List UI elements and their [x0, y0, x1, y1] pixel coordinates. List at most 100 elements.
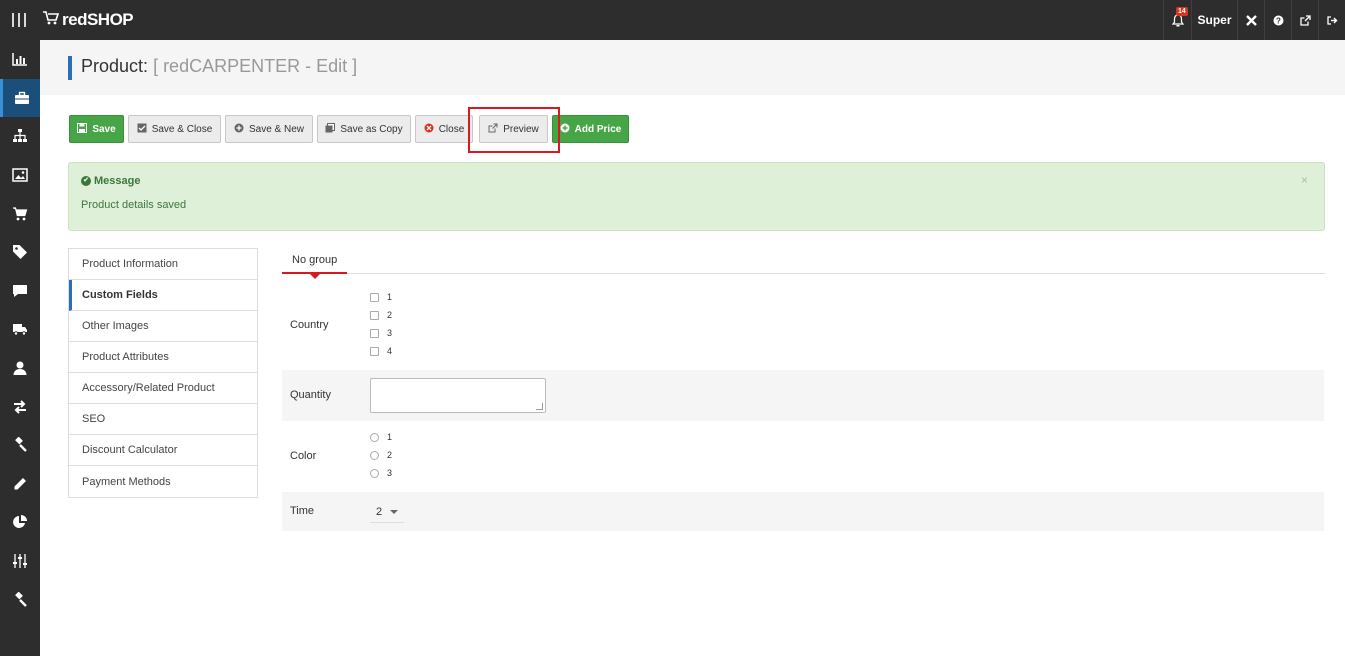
checkbox[interactable]	[370, 346, 379, 356]
pie-chart-icon	[13, 515, 27, 529]
check-circle-icon: ✔	[81, 176, 91, 186]
time-select[interactable]: 2	[370, 501, 404, 523]
save-new-button[interactable]: Save & New	[225, 115, 313, 143]
sidebar-item-statistics[interactable]	[0, 40, 40, 79]
sliders-icon	[13, 554, 27, 569]
quantity-input[interactable]	[370, 378, 546, 413]
close-label: Close	[438, 123, 465, 135]
add-price-label: Add Price	[574, 123, 622, 135]
radio[interactable]	[370, 468, 379, 478]
tab-product-information[interactable]: Product Information	[69, 249, 257, 280]
sidebar-item-tools[interactable]	[0, 426, 40, 465]
sidebar-item-shipping[interactable]	[0, 310, 40, 349]
tab-product-attributes[interactable]: Product Attributes	[69, 342, 257, 373]
plus-circle-icon	[234, 123, 244, 136]
tab-custom-fields[interactable]: Custom Fields	[69, 280, 257, 311]
option-label: 1	[387, 292, 393, 302]
hammer-icon	[15, 591, 27, 607]
checkbox[interactable]	[370, 310, 379, 320]
copy-icon	[325, 122, 336, 136]
country-option-2[interactable]: 2	[370, 310, 392, 320]
save-as-copy-label: Save as Copy	[340, 123, 403, 135]
tab-no-group[interactable]: No group	[282, 248, 348, 274]
active-tab-caret	[310, 274, 320, 279]
country-label: Country	[290, 319, 329, 331]
sidebar-item-configuration[interactable]	[0, 542, 40, 581]
quantity-label: Quantity	[290, 389, 331, 401]
field-row-quantity: Quantity	[282, 370, 1324, 421]
option-label: 1	[387, 432, 393, 442]
sidebar-item-reports[interactable]	[0, 503, 40, 542]
svg-text:?: ?	[1276, 16, 1281, 25]
tab-discount-calculator[interactable]: Discount Calculator	[69, 435, 257, 466]
notifications-button[interactable]: 14	[1163, 0, 1191, 40]
help-icon[interactable]: ?	[1264, 0, 1291, 40]
tab-seo[interactable]: SEO	[69, 404, 257, 435]
tab-payment-methods[interactable]: Payment Methods	[69, 466, 257, 497]
option-label: 4	[387, 346, 393, 356]
user-menu[interactable]: Super	[1191, 0, 1237, 40]
bar-chart-icon	[12, 53, 27, 67]
message-text: Product details saved	[81, 199, 187, 211]
color-option-3[interactable]: 3	[370, 468, 392, 478]
product-tabs: Product Information Custom Fields Other …	[68, 248, 258, 498]
cart-logo-icon	[42, 9, 60, 32]
sidebar-item-products[interactable]	[0, 78, 40, 118]
pencil-icon	[14, 477, 26, 490]
sidebar-item-categories[interactable]	[0, 117, 40, 156]
sidebar-item-discounts[interactable]	[0, 233, 40, 272]
brand-logo[interactable]: redSHOP	[42, 7, 134, 33]
preview-highlight-box	[468, 107, 560, 153]
title-area: Product: [ redCARPENTER - Edit ]	[40, 40, 1345, 95]
page-title-main: Product:	[81, 56, 149, 76]
user-icon	[13, 361, 27, 376]
message-heading-text: Message	[94, 175, 141, 187]
external-link-icon[interactable]	[1291, 0, 1318, 40]
message-heading: ✔ Message	[81, 175, 140, 187]
plus-circle-icon	[560, 123, 570, 136]
brand-name: redSHOP	[62, 10, 134, 29]
color-option-2[interactable]: 2	[370, 450, 392, 460]
checkbox[interactable]	[370, 292, 379, 302]
save-as-copy-button[interactable]: Save as Copy	[317, 115, 411, 143]
joomla-icon[interactable]	[1237, 0, 1264, 40]
close-button[interactable]: Close	[415, 115, 473, 143]
briefcase-icon	[14, 91, 29, 104]
checkbox[interactable]	[370, 328, 379, 338]
country-option-4[interactable]: 4	[370, 346, 392, 356]
country-option-1[interactable]: 1	[370, 292, 392, 302]
color-option-1[interactable]: 1	[370, 432, 392, 442]
save-close-label: Save & Close	[151, 123, 213, 135]
cart-icon	[13, 207, 28, 221]
time-select-value: 2	[376, 505, 383, 518]
option-label: 2	[387, 450, 393, 460]
page-title-sub: [ redCARPENTER - Edit ]	[153, 56, 358, 76]
sidebar-item-users[interactable]	[0, 349, 40, 388]
sidebar-item-communication[interactable]	[0, 272, 40, 311]
save-button[interactable]: Save	[69, 115, 124, 143]
save-close-button[interactable]: Save & Close	[128, 115, 221, 143]
system-message: ✔ Message Product details saved ×	[68, 162, 1325, 231]
field-row-color: Color 1 2 3	[282, 424, 1324, 491]
title-accent-bar	[68, 56, 72, 80]
menu-toggle-icon[interactable]	[0, 0, 38, 40]
radio[interactable]	[370, 432, 379, 442]
option-label: 3	[387, 468, 393, 478]
tab-accessory-related-product[interactable]: Accessory/Related Product	[69, 373, 257, 404]
tab-other-images[interactable]: Other Images	[69, 311, 257, 342]
sidebar-item-utilities[interactable]	[0, 580, 40, 619]
sidebar-item-media[interactable]	[0, 156, 40, 195]
sidebar	[0, 40, 40, 656]
check-square-icon	[137, 123, 147, 136]
sidebar-item-customization[interactable]	[0, 465, 40, 504]
radio[interactable]	[370, 450, 379, 460]
sidebar-item-orders[interactable]	[0, 194, 40, 233]
add-price-button[interactable]: Add Price	[552, 115, 629, 143]
country-option-3[interactable]: 3	[370, 328, 392, 338]
logout-icon[interactable]	[1318, 0, 1345, 40]
tag-icon	[13, 245, 27, 260]
sidebar-item-import-export[interactable]	[0, 387, 40, 426]
exchange-icon	[14, 399, 26, 414]
message-close-icon[interactable]: ×	[1301, 173, 1308, 187]
option-label: 3	[387, 328, 393, 338]
